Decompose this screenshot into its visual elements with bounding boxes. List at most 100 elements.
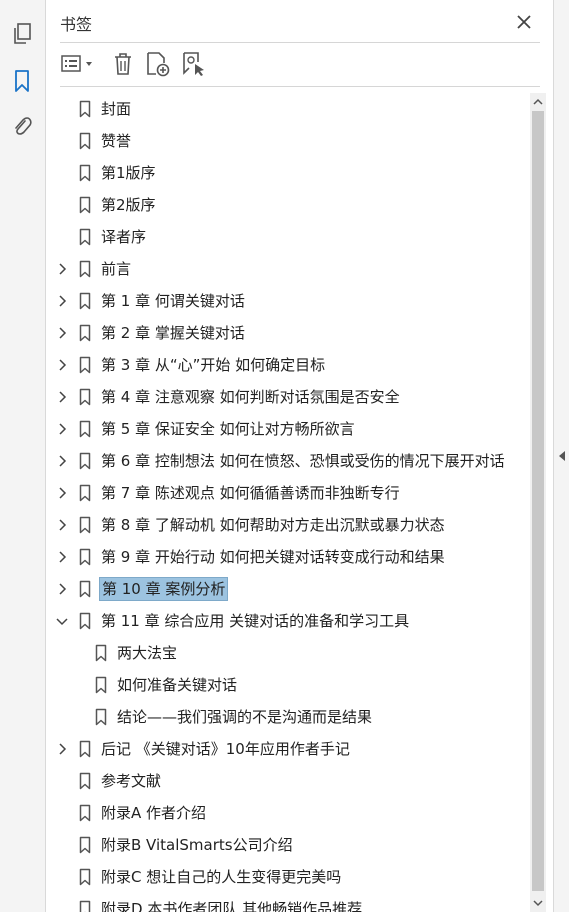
bookmark-label[interactable]: 译者序 (99, 225, 148, 249)
expand-toggle[interactable] (54, 452, 70, 470)
delete-bookmark-button[interactable] (110, 50, 136, 78)
bookmark-glyph (79, 772, 91, 790)
bookmark-row[interactable]: 赞誉 (46, 125, 530, 157)
bookmark-label[interactable]: 第 8 章 了解动机 如何帮助对方走出沉默或暴力状态 (99, 513, 447, 537)
bookmark-row[interactable]: 第 2 章 掌握关键对话 (46, 317, 530, 349)
expand-toggle[interactable] (54, 292, 70, 310)
panel-splitter[interactable] (553, 0, 569, 912)
bookmark-label[interactable]: 如何准备关键对话 (115, 673, 239, 697)
bookmark-glyph (79, 836, 91, 854)
bookmark-label[interactable]: 第1版序 (99, 161, 158, 185)
pages-button[interactable] (8, 20, 36, 48)
expand-toggle[interactable] (54, 516, 70, 534)
bookmark-row[interactable]: 如何准备关键对话 (46, 669, 530, 701)
scroll-down-button[interactable] (530, 894, 546, 912)
expand-toggle[interactable] (54, 580, 70, 598)
expand-toggle[interactable] (54, 420, 70, 438)
left-tool-rail (0, 0, 46, 912)
bookmark-glyph (79, 100, 91, 118)
attachments-button[interactable] (8, 113, 36, 141)
bookmark-label[interactable]: 第 1 章 何谓关键对话 (99, 289, 247, 313)
bookmark-row[interactable]: 附录A 作者介绍 (46, 797, 530, 829)
chevron-down-icon (56, 618, 68, 626)
bookmark-glyph (79, 388, 91, 406)
bookmark-row[interactable]: 第 6 章 控制想法 如何在愤怒、恐惧或受伤的情况下展开对话 (46, 445, 530, 477)
bookmark-row[interactable]: 第 1 章 何谓关键对话 (46, 285, 530, 317)
bookmark-label[interactable]: 附录B VitalSmarts公司介绍 (99, 833, 295, 857)
bookmark-label[interactable]: 赞誉 (99, 129, 133, 153)
expand-toggle[interactable] (54, 740, 70, 758)
bookmark-row[interactable]: 封面 (46, 93, 530, 125)
expand-toggle[interactable] (54, 324, 70, 342)
bookmark-glyph (79, 292, 91, 310)
bookmark-row[interactable]: 第 3 章 从“心”开始 如何确定目标 (46, 349, 530, 381)
pages-icon (14, 23, 31, 44)
expand-toggle[interactable] (54, 388, 70, 406)
bookmarks-button[interactable] (8, 67, 36, 95)
vertical-scrollbar[interactable] (530, 93, 546, 912)
bookmark-row[interactable]: 结论——我们强调的不是沟通而是结果 (46, 701, 530, 733)
options-menu-button[interactable] (60, 50, 96, 78)
bookmark-icon (78, 228, 92, 246)
bookmark-row[interactable]: 第 4 章 注意观察 如何判断对话氛围是否安全 (46, 381, 530, 413)
triangle-left-icon (559, 451, 565, 461)
expand-toggle[interactable] (54, 260, 70, 278)
bookmark-row[interactable]: 前言 (46, 253, 530, 285)
bookmark-label[interactable]: 两大法宝 (115, 641, 179, 665)
collapse-toggle[interactable] (54, 612, 70, 630)
bookmark-row[interactable]: 附录C 想让自己的人生变得更完美吗 (46, 861, 530, 893)
bookmarks-toolbar (46, 44, 553, 84)
bookmark-glyph (79, 228, 91, 246)
bookmark-label[interactable]: 后记 《关键对话》10年应用作者手记 (99, 737, 352, 761)
bookmark-label[interactable]: 第 10 章 案例分析 (99, 577, 229, 601)
scroll-thumb[interactable] (532, 111, 544, 891)
bookmark-row[interactable]: 译者序 (46, 221, 530, 253)
bookmark-label[interactable]: 附录A 作者介绍 (99, 801, 208, 825)
bookmark-label[interactable]: 封面 (99, 97, 133, 121)
close-panel-button[interactable] (512, 10, 536, 34)
bookmark-label[interactable]: 第2版序 (99, 193, 158, 217)
bookmark-row[interactable]: 两大法宝 (46, 637, 530, 669)
expand-toggle[interactable] (54, 356, 70, 374)
bookmark-row[interactable]: 第 9 章 开始行动 如何把关键对话转变成行动和结果 (46, 541, 530, 573)
bookmark-label[interactable]: 前言 (99, 257, 133, 281)
bookmark-row[interactable]: 第 5 章 保证安全 如何让对方畅所欲言 (46, 413, 530, 445)
bookmark-label[interactable]: 第 7 章 陈述观点 如何循循善诱而非独断专行 (99, 481, 402, 505)
expand-toggle[interactable] (54, 484, 70, 502)
bookmark-label[interactable]: 附录D 本书作者团队 其他畅销作品推荐 (99, 897, 364, 912)
collapse-panel-handle[interactable] (557, 448, 567, 464)
bookmark-row[interactable]: 第 7 章 陈述观点 如何循循善诱而非独断专行 (46, 477, 530, 509)
bookmark-icon (78, 420, 92, 438)
bookmark-row[interactable]: 第 8 章 了解动机 如何帮助对方走出沉默或暴力状态 (46, 509, 530, 541)
bookmark-label[interactable]: 结论——我们强调的不是沟通而是结果 (115, 705, 374, 729)
bookmark-label[interactable]: 第 6 章 控制想法 如何在愤怒、恐惧或受伤的情况下展开对话 (99, 449, 507, 473)
bookmark-icon (78, 740, 92, 758)
bookmark-glyph (79, 196, 91, 214)
bookmark-row[interactable]: 附录D 本书作者团队 其他畅销作品推荐 (46, 893, 530, 912)
expand-toggle[interactable] (54, 548, 70, 566)
panel-title: 书签 (60, 15, 93, 34)
chevron-right-icon (59, 391, 67, 403)
bookmark-row[interactable]: 第1版序 (46, 157, 530, 189)
bookmark-icon (78, 260, 92, 278)
add-bookmark-button[interactable] (144, 50, 172, 78)
bookmark-label[interactable]: 第 4 章 注意观察 如何判断对话氛围是否安全 (99, 385, 402, 409)
bookmark-row[interactable]: 第 10 章 案例分析 (46, 573, 530, 605)
bookmark-properties-button[interactable] (180, 50, 208, 78)
bookmark-icon (78, 804, 92, 822)
bookmark-glyph (95, 644, 107, 662)
bookmark-row[interactable]: 第2版序 (46, 189, 530, 221)
bookmark-row[interactable]: 后记 《关键对话》10年应用作者手记 (46, 733, 530, 765)
bookmark-row[interactable]: 参考文献 (46, 765, 530, 797)
bookmark-label[interactable]: 第 9 章 开始行动 如何把关键对话转变成行动和结果 (99, 545, 447, 569)
bookmark-label[interactable]: 第 11 章 综合应用 关键对话的准备和学习工具 (99, 609, 411, 633)
bookmark-row[interactable]: 第 11 章 综合应用 关键对话的准备和学习工具 (46, 605, 530, 637)
bookmark-label[interactable]: 附录C 想让自己的人生变得更完美吗 (99, 865, 343, 889)
bookmark-row[interactable]: 附录B VitalSmarts公司介绍 (46, 829, 530, 861)
bookmark-label[interactable]: 参考文献 (99, 769, 163, 793)
bookmark-label[interactable]: 第 5 章 保证安全 如何让对方畅所欲言 (99, 417, 357, 441)
scroll-up-button[interactable] (530, 93, 546, 111)
bookmark-label[interactable]: 第 2 章 掌握关键对话 (99, 321, 247, 345)
bookmark-glyph (79, 484, 91, 502)
bookmark-label[interactable]: 第 3 章 从“心”开始 如何确定目标 (99, 353, 327, 377)
